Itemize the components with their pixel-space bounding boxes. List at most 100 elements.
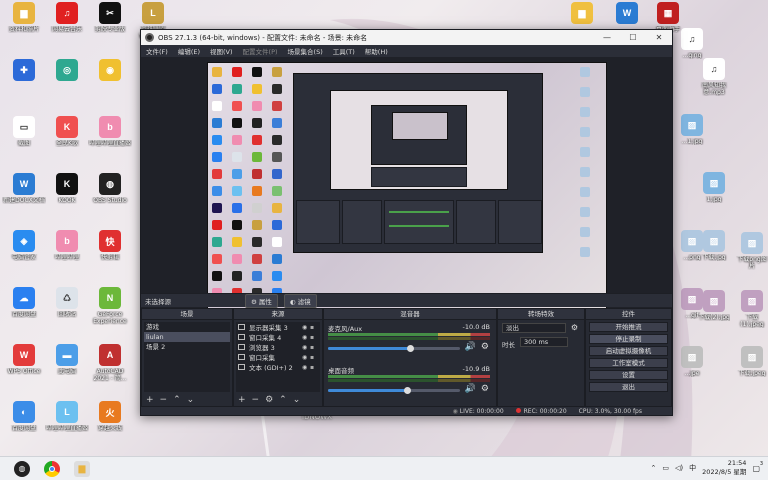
move-down-icon[interactable]: ⌄ xyxy=(187,395,195,405)
menu-profile[interactable]: 配置文件(P) xyxy=(238,46,283,56)
volume-slider[interactable] xyxy=(328,345,460,352)
desktop-icon[interactable]: W 新建DOCX文档 xyxy=(2,173,46,219)
scene-item[interactable]: 游戏 xyxy=(144,322,230,332)
tray-overflow-icon[interactable]: ⌃ xyxy=(651,464,657,472)
add-source-icon[interactable]: + xyxy=(238,395,246,405)
volume-slider[interactable] xyxy=(328,387,460,394)
move-up-icon[interactable]: ⌃ xyxy=(279,395,287,405)
eye-icon[interactable]: ◉ xyxy=(302,344,310,351)
eye-icon[interactable]: ◉ xyxy=(302,364,310,371)
add-scene-icon[interactable]: + xyxy=(146,395,154,405)
desktop-icon[interactable]: A AutoCAD 2021 - 简... xyxy=(88,344,132,390)
desktop-icon[interactable]: ▭ 截图 xyxy=(2,116,46,162)
menu-help[interactable]: 帮助(H) xyxy=(360,46,393,56)
desktop-icon[interactable]: ◎ xyxy=(45,59,89,105)
scene-item[interactable]: liulan xyxy=(144,332,230,342)
obs-preview[interactable] xyxy=(141,57,672,321)
volume-icon[interactable]: ◁) xyxy=(675,464,683,472)
desktop-icon[interactable]: b 哔哩哔哩直播姬 xyxy=(88,116,132,162)
close-button[interactable]: ✕ xyxy=(646,30,672,45)
desktop-icon[interactable]: ☁ 百度网盘 xyxy=(2,287,46,333)
settings-button[interactable]: 设置 xyxy=(589,370,668,380)
desktop-icon[interactable]: ▨ 下载(1).jpeg xyxy=(736,290,768,336)
gear-icon[interactable]: ⚙ xyxy=(571,323,578,332)
notification-icon[interactable]: ▢ 3 xyxy=(752,461,763,473)
maximize-button[interactable]: ☐ xyxy=(620,30,646,45)
duration-input[interactable]: 300 ms xyxy=(520,337,568,347)
move-up-icon[interactable]: ⌃ xyxy=(173,395,181,405)
stop-recording-button[interactable]: 停止录制 xyxy=(589,334,668,344)
lock-icon[interactable]: ▪ xyxy=(310,354,318,361)
input-method-icon[interactable]: 中 xyxy=(689,463,696,473)
network-icon[interactable]: ▭ xyxy=(662,464,669,472)
gear-icon[interactable]: ⚙ xyxy=(481,384,489,394)
desktop-icon[interactable]: ◈ 电脑管家 xyxy=(2,230,46,276)
desktop-icon[interactable]: ▨ 下载png图片 xyxy=(736,232,768,278)
source-item[interactable]: 窗口采集 4 ◉ ▪ xyxy=(236,332,320,342)
lock-icon[interactable]: ▪ xyxy=(310,324,318,331)
speaker-icon[interactable]: 🔊 xyxy=(465,342,476,352)
start-streaming-button[interactable]: 开始推流 xyxy=(589,322,668,332)
filters-button[interactable]: ◐ 滤镜 xyxy=(283,293,317,308)
desktop-icon[interactable]: ▬ 此电脑 xyxy=(45,344,89,390)
source-settings-icon[interactable]: ⚙ xyxy=(265,395,273,405)
scene-item[interactable]: 场景 2 xyxy=(144,342,230,352)
desktop-icon[interactable]: ▨ 下载(2).jpg xyxy=(698,290,730,336)
exit-button[interactable]: 退出 xyxy=(589,382,668,392)
scenes-title: 场景 xyxy=(142,309,232,320)
desktop-icon[interactable]: ▆ 资料和照片 xyxy=(2,2,46,48)
desktop-icon[interactable]: ♫ 网易云音乐 xyxy=(45,2,89,48)
file-explorer-icon[interactable]: ▆ xyxy=(74,460,90,477)
minimize-button[interactable]: — xyxy=(594,30,620,45)
desktop-icon[interactable]: ▨ 下载.jpeg xyxy=(736,346,768,392)
properties-button[interactable]: ⚙ 属性 xyxy=(245,293,278,308)
menu-file[interactable]: 文件(F) xyxy=(141,46,173,56)
lock-icon[interactable]: ▪ xyxy=(310,334,318,341)
eye-icon[interactable]: ◉ xyxy=(302,334,310,341)
move-down-icon[interactable]: ⌄ xyxy=(293,395,301,405)
desktop-icon[interactable]: b 哔哩哔哩 xyxy=(45,230,89,276)
clock[interactable]: 21:54 2022/8/5 星期 xyxy=(702,459,746,477)
source-item[interactable]: 显示器采集 3 ◉ ▪ xyxy=(236,322,320,332)
desktop-icon[interactable]: ◐ 百度网盘 xyxy=(2,401,46,447)
source-item[interactable]: 文本 (GDI+) 2 ◉ ▪ xyxy=(236,362,320,372)
desktop-icon[interactable]: ✚ xyxy=(2,59,46,105)
source-item[interactable]: 窗口采集 ◉ ▪ xyxy=(236,352,320,362)
desktop-icon[interactable]: ▨ ...jpe xyxy=(676,346,708,392)
lock-icon[interactable]: ▪ xyxy=(310,364,318,371)
desktop-icon[interactable]: ♫ 南风知我意.mp3 xyxy=(698,58,730,104)
eye-icon[interactable]: ◉ xyxy=(302,324,310,331)
lock-icon[interactable]: ▪ xyxy=(310,344,318,351)
remove-source-icon[interactable]: − xyxy=(252,395,260,405)
menu-view[interactable]: 视图(V) xyxy=(205,46,238,56)
desktop-icon[interactable]: 快快剪辑 xyxy=(88,230,132,276)
desktop-icon[interactable]: ◍ OBS Studio xyxy=(88,173,132,219)
obs-taskbar-icon[interactable]: ◍ xyxy=(14,460,30,477)
desktop-icon[interactable]: K KOOK xyxy=(45,173,89,219)
studio-mode-button[interactable]: 工作室模式 xyxy=(589,358,668,368)
desktop-icon[interactable]: ◉ xyxy=(88,59,132,105)
obs-titlebar[interactable]: OBS 27.1.3 (64-bit, windows) - 配置文件: 未命名… xyxy=(141,30,672,45)
desktop-icon[interactable]: W WPS Office xyxy=(2,344,46,390)
menu-tools[interactable]: 工具(T) xyxy=(328,46,360,56)
desktop-icon[interactable]: L 哔哩哔哩直播姬 xyxy=(45,401,89,447)
app-icon: ◎ xyxy=(56,59,78,81)
source-item[interactable]: 浏览器 3 ◉ ▪ xyxy=(236,342,320,352)
menu-scene-collection[interactable]: 场景集合(S) xyxy=(283,46,328,56)
desktop-icon[interactable]: ▨ 下载.jpg xyxy=(698,230,730,276)
desktop-icon[interactable]: 火穿越火线 xyxy=(88,401,132,447)
desktop-icon[interactable]: K 全民K歌 xyxy=(45,116,89,162)
desktop-icon[interactable]: ✂ 剪映专业版 xyxy=(88,2,132,48)
eye-icon[interactable]: ◉ xyxy=(302,354,310,361)
desktop-icon[interactable]: N GeForce Experience xyxy=(88,287,132,333)
remove-scene-icon[interactable]: − xyxy=(160,395,168,405)
gear-icon[interactable]: ⚙ xyxy=(481,342,489,352)
speaker-icon[interactable]: 🔊 xyxy=(465,384,476,394)
chrome-taskbar-icon[interactable] xyxy=(44,460,60,477)
start-virtual-camera-button[interactable]: 启动虚拟摄像机 xyxy=(589,346,668,356)
desktop-icon[interactable]: ▨ ...1.jpg xyxy=(676,114,708,160)
desktop-icon[interactable]: ▨ 1.jpg xyxy=(698,172,730,218)
menu-edit[interactable]: 编辑(E) xyxy=(173,46,205,56)
transition-select[interactable]: 淡出 xyxy=(502,323,566,333)
desktop-icon[interactable]: ♺ 回收站 xyxy=(45,287,89,333)
